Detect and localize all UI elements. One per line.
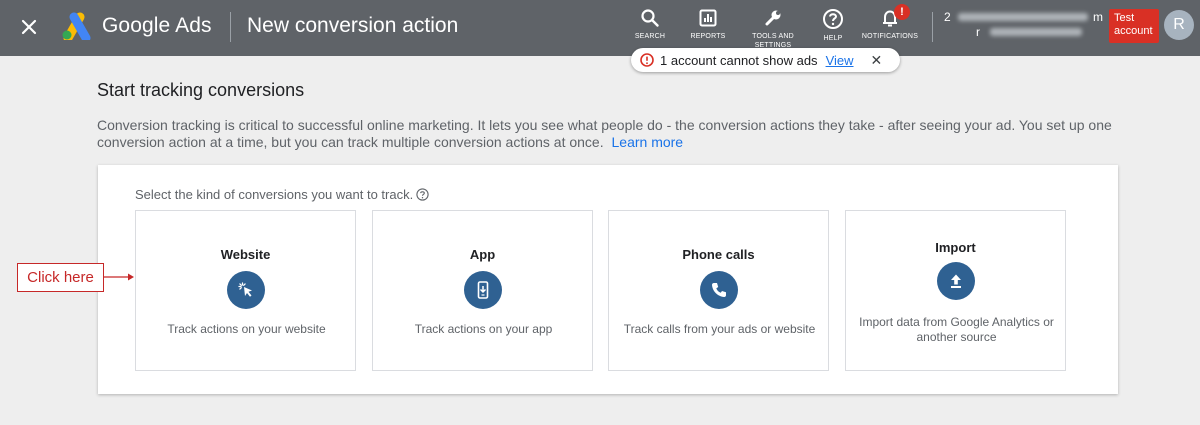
- search-icon: [641, 9, 659, 27]
- account-name-prefix: r: [976, 25, 980, 39]
- annotation-arrow-icon: [104, 273, 134, 281]
- learn-more-link[interactable]: Learn more: [612, 134, 684, 150]
- select-label: Select the kind of conversions you want …: [135, 187, 429, 202]
- click-here-annotation: Click here: [17, 263, 104, 292]
- account-id-prefix: 2: [944, 10, 951, 24]
- reports-button[interactable]: REPORTS: [678, 8, 738, 41]
- phone-icon: [699, 271, 738, 309]
- reports-icon: [699, 9, 717, 27]
- search-button[interactable]: SEARCH: [620, 8, 680, 41]
- app-card-title: App: [469, 247, 496, 262]
- description: Conversion tracking is critical to succe…: [97, 117, 1127, 151]
- help-icon: [823, 9, 843, 29]
- reports-label: REPORTS: [690, 33, 726, 40]
- account-id-redacted: [958, 13, 1088, 21]
- notifications-label: NOTIFICATIONS: [861, 33, 919, 40]
- alert-view-link[interactable]: View: [826, 53, 854, 68]
- error-icon: [640, 53, 654, 67]
- account-alert: 1 account cannot show ads View ✕: [631, 48, 900, 72]
- wrench-icon: [765, 10, 781, 26]
- avatar[interactable]: R: [1164, 10, 1194, 40]
- select-label-text: Select the kind of conversions you want …: [135, 187, 414, 202]
- page-heading: Start tracking conversions: [97, 80, 305, 100]
- import-card-title: Import: [935, 240, 976, 255]
- help-icon[interactable]: [416, 188, 429, 201]
- website-card-desc: Track actions on your website: [167, 322, 326, 336]
- account-name-redacted: [990, 28, 1082, 36]
- top-bar: Google Ads New conversion action SEARCH …: [0, 0, 1200, 56]
- phone-calls-card-desc: Track calls from your ads or website: [623, 322, 816, 336]
- conversion-type-panel: Select the kind of conversions you want …: [98, 165, 1118, 394]
- help-label: HELP: [823, 35, 843, 42]
- notification-badge: !: [894, 4, 910, 20]
- title-divider: [230, 12, 231, 42]
- page-title: New conversion action: [247, 14, 459, 37]
- cursor-click-icon: [226, 271, 265, 309]
- google-ads-logo: [62, 12, 91, 40]
- website-card[interactable]: Website Track actions on your website: [135, 210, 356, 371]
- import-card[interactable]: Import Import data from Google Analytics…: [845, 210, 1066, 371]
- upload-icon: [936, 262, 975, 300]
- import-card-desc: Import data from Google Analytics or ano…: [859, 315, 1054, 344]
- alert-text: 1 account cannot show ads: [660, 52, 818, 68]
- help-button[interactable]: HELP: [803, 8, 863, 43]
- brand-name: Google Ads: [102, 14, 212, 37]
- mobile-app-icon: [463, 271, 502, 309]
- account-divider: [932, 12, 933, 42]
- account-id-suffix: m: [1093, 10, 1103, 24]
- description-text: Conversion tracking is critical to succe…: [97, 117, 1112, 150]
- app-card[interactable]: App Track actions on your app: [372, 210, 593, 371]
- notifications-button[interactable]: ! NOTIFICATIONS: [860, 4, 920, 41]
- app-card-desc: Track actions on your app: [414, 322, 553, 336]
- search-label: SEARCH: [634, 33, 666, 40]
- phone-calls-card[interactable]: Phone calls Track calls from your ads or…: [608, 210, 829, 371]
- close-icon[interactable]: [14, 12, 44, 42]
- tools-button[interactable]: TOOLS AND SETTINGS: [743, 8, 803, 50]
- phone-calls-card-title: Phone calls: [682, 247, 755, 262]
- test-account-badge[interactable]: Test account: [1109, 9, 1159, 43]
- close-icon[interactable]: ✕: [871, 52, 883, 69]
- website-card-title: Website: [220, 247, 271, 262]
